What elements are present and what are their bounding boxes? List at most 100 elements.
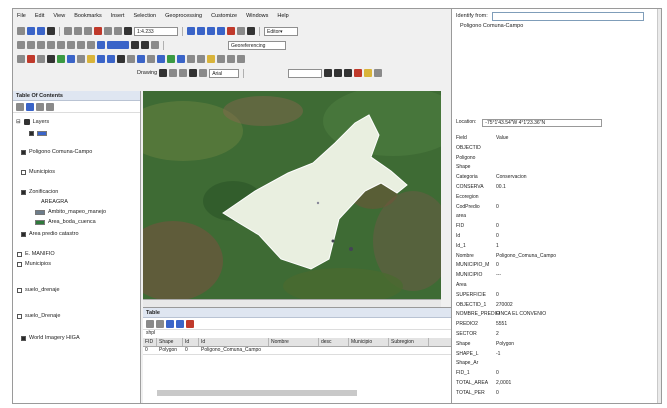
identify-from-combo[interactable]	[491, 11, 644, 21]
font-combo[interactable]: Arial	[209, 68, 240, 78]
attribute-row[interactable]: SECTOR 2	[456, 331, 646, 337]
attribute-row[interactable]: NOMBRE_PREDIO FINCA EL CONVENIO	[456, 311, 646, 317]
fixed-zoom-in-icon[interactable]	[57, 41, 65, 49]
attribute-row[interactable]: OBJECTID	[456, 145, 646, 151]
italic-icon[interactable]	[334, 69, 343, 77]
collapse-icon[interactable]: ⊟	[16, 119, 21, 125]
tool-icon[interactable]	[27, 55, 35, 63]
save-icon[interactable]	[37, 27, 45, 35]
attribute-row[interactable]: Shape_Ar	[456, 360, 646, 366]
fixed-zoom-out-icon[interactable]	[67, 41, 75, 49]
menu-help[interactable]: Help	[277, 13, 288, 19]
find-icon[interactable]	[151, 41, 159, 49]
tool-icon[interactable]	[227, 55, 235, 63]
map-view[interactable]	[143, 91, 441, 299]
identify-icon[interactable]	[141, 41, 149, 49]
menu-geoprocessing[interactable]: Geoprocessing	[165, 13, 202, 19]
layer-checkbox[interactable]	[21, 231, 26, 237]
menu-customize[interactable]: Customize	[211, 13, 237, 19]
tool-icon[interactable]	[157, 55, 165, 63]
python-icon[interactable]	[237, 27, 245, 35]
fill-color-icon[interactable]	[364, 69, 373, 77]
attribute-row[interactable]: area	[456, 213, 646, 219]
attribute-row[interactable]: Area	[456, 282, 646, 288]
toc-layer[interactable]: Poligono Comuna-Campo	[21, 149, 92, 155]
vertical-scrollbar[interactable]	[657, 9, 661, 403]
layer-checkbox[interactable]	[21, 149, 26, 155]
full-extent-icon[interactable]	[47, 41, 55, 49]
layer-checkbox[interactable]	[17, 313, 22, 319]
table-of-contents-icon[interactable]	[197, 27, 205, 35]
print-icon[interactable]	[47, 27, 55, 35]
layer-checkbox[interactable]	[17, 261, 22, 267]
layer-checkbox[interactable]	[21, 335, 26, 341]
attribute-row[interactable]: SUPERFICIE 0	[456, 292, 646, 298]
pan-icon[interactable]	[37, 41, 45, 49]
cut-icon[interactable]	[64, 27, 72, 35]
toc-layer[interactable]: Municipios	[21, 169, 55, 175]
zoom-out-icon[interactable]	[27, 41, 35, 49]
paste-icon[interactable]	[84, 27, 92, 35]
delete-selected-icon[interactable]	[186, 319, 194, 328]
column-header[interactable]: desc	[319, 338, 349, 346]
tool-icon[interactable]	[137, 55, 145, 63]
layer-checkbox[interactable]	[17, 287, 22, 293]
drawing-menu[interactable]: Drawing	[137, 70, 157, 76]
rotate-icon[interactable]	[169, 69, 178, 77]
tool-icon[interactable]	[167, 55, 175, 63]
polygon-icon[interactable]	[199, 69, 208, 77]
menu-edit[interactable]: Edit	[35, 13, 44, 19]
layer-checkbox[interactable]	[29, 131, 34, 136]
attribute-row[interactable]: PREDIO2 5551	[456, 321, 646, 327]
column-header[interactable]: Nombre	[269, 338, 319, 346]
font-size-combo[interactable]	[288, 68, 323, 78]
select-by-attributes-icon[interactable]	[166, 319, 174, 328]
toc-layer[interactable]	[29, 131, 50, 136]
back-extent-icon[interactable]	[77, 41, 85, 49]
tool-icon[interactable]	[207, 55, 215, 63]
delete-icon[interactable]	[94, 27, 102, 35]
editor-icon[interactable]	[187, 27, 195, 35]
list-by-visibility-icon[interactable]	[36, 102, 44, 111]
attribute-row[interactable]: TOTAL_AREA 2,0001	[456, 380, 646, 386]
clear-selection-icon[interactable]	[107, 41, 129, 49]
tool-icon[interactable]	[187, 55, 195, 63]
tool-icon[interactable]	[97, 55, 105, 63]
open-icon[interactable]	[27, 27, 35, 35]
zoom-in-icon[interactable]	[17, 41, 25, 49]
tool-icon[interactable]	[77, 55, 85, 63]
model-builder-icon[interactable]	[247, 27, 255, 35]
menu-bookmarks[interactable]: Bookmarks	[74, 13, 102, 19]
tool-icon[interactable]	[47, 55, 55, 63]
attribute-row[interactable]: Shape	[456, 164, 646, 170]
attribute-row[interactable]: FID_1 0	[456, 370, 646, 376]
toc-layer[interactable]: Zonificacion	[21, 189, 58, 195]
georeferencing-combo[interactable]: Georeferencing	[228, 40, 286, 50]
tool-icon[interactable]	[17, 55, 25, 63]
menu-selection[interactable]: Selection	[133, 13, 156, 19]
switch-selection-icon[interactable]	[176, 319, 184, 328]
toc-layer[interactable]: Municipios	[17, 261, 51, 267]
tool-icon[interactable]	[87, 55, 95, 63]
column-header[interactable]: Shape	[157, 338, 183, 346]
bold-icon[interactable]	[324, 69, 333, 77]
toc-layer[interactable]: E. MANIFIO	[17, 251, 55, 257]
select-features-icon[interactable]	[97, 41, 105, 49]
menu-view[interactable]: View	[53, 13, 65, 19]
attribute-row[interactable]: Categoria Conservacion	[456, 174, 646, 180]
table-tab[interactable]: shpl	[143, 330, 451, 338]
attribute-row[interactable]: TOTAL_PER 0	[456, 390, 646, 396]
location-value[interactable]: -75°1'43.54"W 4°1'23.36"N	[482, 119, 603, 127]
add-data-icon[interactable]	[124, 27, 132, 35]
text-icon[interactable]	[189, 69, 198, 77]
table-options-icon[interactable]	[146, 319, 154, 328]
menu-insert[interactable]: Insert	[111, 13, 125, 19]
toc-layer[interactable]: suelo_drenaje	[17, 287, 60, 293]
list-by-selection-icon[interactable]	[46, 102, 54, 111]
attribute-row[interactable]: Poligono	[456, 155, 646, 161]
tool-icon[interactable]	[67, 55, 75, 63]
horizontal-scrollbar[interactable]	[157, 390, 357, 396]
column-header[interactable]: Id	[183, 338, 199, 346]
table-row[interactable]: 0 Polygon 0 Poligono_Comuna_Campo	[143, 347, 451, 355]
attribute-row[interactable]: MUNICIPIO_M 0	[456, 262, 646, 268]
